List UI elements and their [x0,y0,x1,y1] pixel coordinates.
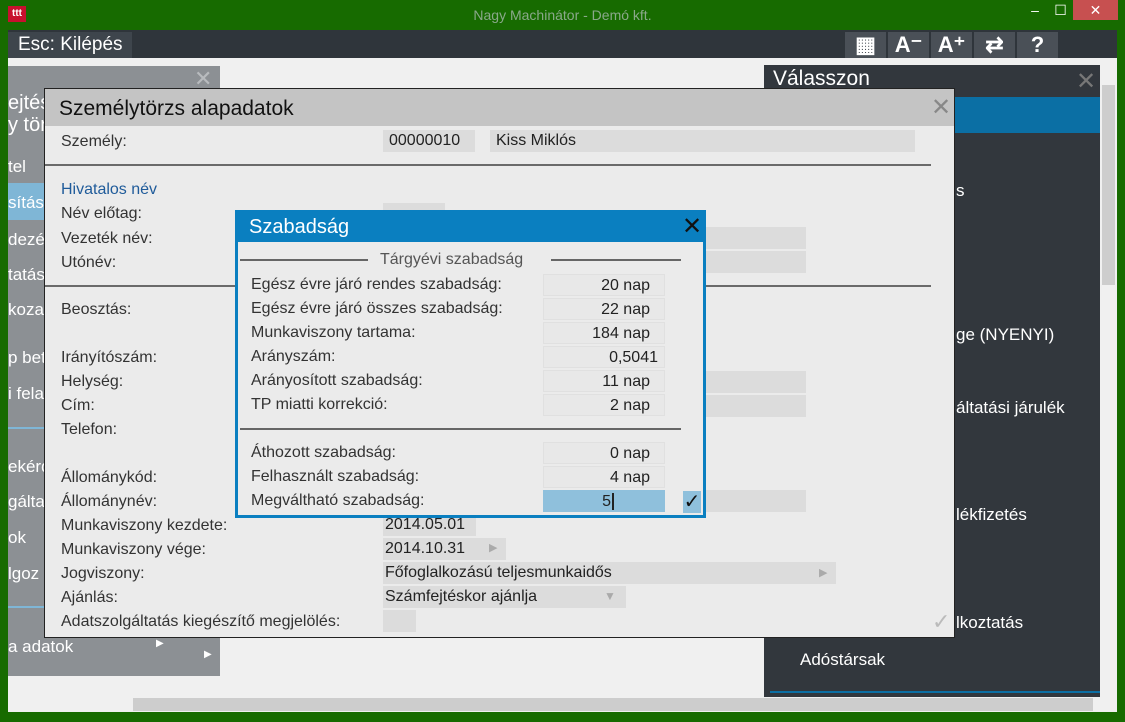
label: Irányítószám: [61,349,158,366]
person-name-field[interactable]: Kiss Miklós [490,130,915,152]
label: Megváltható szabadság: [251,492,425,509]
value-field: 11 nap [543,370,665,392]
label: Beosztás: [61,301,132,318]
label: Felhasznált szabadság: [251,468,420,485]
recommendation-select[interactable]: Számfejtéskor ajánlja [383,586,626,608]
label: Vezeték név: [61,230,153,247]
menu-item[interactable]: a adatok [8,637,73,657]
value-field: 22 nap [543,298,665,320]
chevron-right-icon: ▶ [204,649,212,660]
toolbar: Esc: Kilépés ▦ A⁻ A⁺ ⇄ ? [8,30,1117,58]
value-field: 0 nap [543,442,665,464]
menu-item[interactable]: ok [8,528,26,548]
value-field: 4 nap [543,466,665,488]
menu-item[interactable]: gálta [8,492,45,512]
label: Állománykód: [61,469,158,486]
value-field: 0,5041 [543,346,665,368]
label: Áthozott szabadság: [251,444,396,461]
minimize-button[interactable]: ‒ [1022,0,1048,20]
close-window-button[interactable]: ✕ [1073,0,1118,20]
value-field: 2 nap [543,394,665,416]
label: Munkaviszony kezdete: [61,517,228,534]
label: Állománynév: [61,493,158,510]
list-item[interactable]: lékfizetés [956,505,1027,525]
confirm-check-button[interactable]: ✓ [683,491,701,513]
label: Arányosított szabadság: [251,372,423,389]
label: Adatszolgáltatás kiegészítő megjelölés: [61,613,341,630]
value-field: 20 nap [543,274,665,296]
label: Utónév: [61,254,117,271]
label: Munkaviszony tartama: [251,324,416,341]
divider [770,691,1100,693]
close-icon[interactable]: ✕ [682,212,702,241]
label: Arányszám: [251,348,336,365]
close-icon[interactable]: ✕ [1076,67,1096,96]
label: Egész évre járó összes szabadság: [251,300,503,317]
label: Jogviszony: [61,565,145,582]
escape-exit-button[interactable]: Esc: Kilépés [8,32,132,58]
leave-dialog: Szabadság ✕ Tárgyévi szabadság Egész évr… [235,210,706,518]
horizontal-scrollbar[interactable] [8,697,1117,712]
menu-item[interactable]: dezé [8,230,45,250]
end-date-field[interactable]: 2014.10.31 [383,538,506,560]
legal-relation-field[interactable]: Főfoglalkozású teljesmunkaidős [383,562,836,584]
close-icon[interactable]: ✕ [931,93,951,122]
list-item[interactable]: áltatási járulék [956,398,1065,418]
redeemable-leave-input[interactable]: 5 [543,490,665,512]
list-item[interactable]: ge (NYENYI) [956,325,1054,345]
divider [551,259,681,261]
label: Munkaviszony vége: [61,541,206,558]
divider [45,164,931,166]
divider [240,259,368,261]
dialog-title: Szabadság [238,210,706,242]
list-item[interactable]: Adóstársak [800,650,885,670]
font-increase-icon[interactable]: A⁺ [931,32,972,58]
person-code-field[interactable]: 00000010 [383,130,475,152]
label: Ajánlás: [61,589,118,606]
input-value: 5 [602,493,611,510]
help-icon[interactable]: ? [1017,32,1058,58]
menu-item[interactable]: lgoz [8,564,39,584]
scrollbar-thumb[interactable] [133,698,1093,711]
menu-item[interactable]: y tör [8,114,47,137]
value-field: 184 nap [543,322,665,344]
label: TP miatti korrekció: [251,396,388,413]
section-heading: Tárgyévi szabadság [380,251,524,268]
check-icon[interactable]: ✓ [932,609,950,635]
label: Cím: [61,397,95,414]
text-cursor [612,493,614,510]
vertical-scrollbar[interactable] [1100,65,1117,697]
menu-item[interactable]: tel [8,157,26,177]
label: Telefon: [61,421,118,438]
label: Név előtag: [61,205,142,222]
list-item[interactable]: s [956,181,965,201]
menu-item-selected[interactable]: sítás [8,193,44,213]
maximize-button[interactable]: ☐ [1048,0,1073,20]
chevron-right-icon[interactable]: ▶ [819,566,827,579]
font-decrease-icon[interactable]: A⁻ [888,32,929,58]
person-label: Személy: [61,133,127,150]
menu-item[interactable]: i fela [8,384,44,404]
chevron-right-icon: ▶ [156,638,164,649]
swap-icon[interactable]: ⇄ [974,32,1015,58]
scrollbar-thumb[interactable] [1102,85,1115,285]
label: Egész évre járó rendes szabadság: [251,276,502,293]
dialog-title: Személytörzs alapadatok [45,89,954,126]
chevron-down-icon[interactable]: ▼ [604,589,616,603]
menu-item[interactable]: p bet [8,348,46,368]
menu-item[interactable]: kozat [8,300,49,320]
menu-item[interactable]: tatás [8,265,45,285]
grid-icon[interactable]: ▦ [845,32,886,58]
chevron-right-icon[interactable]: ▶ [489,541,497,554]
supplement-field[interactable] [383,610,416,632]
list-item[interactable]: lkoztatás [956,613,1023,633]
window-title: Nagy Machinátor - Demó kft. [473,7,652,23]
divider [240,428,681,430]
window-titlebar: ttt Nagy Machinátor - Demó kft. ‒ ☐ ✕ [0,0,1125,30]
label: Helység: [61,373,124,390]
section-heading: Hivatalos név [61,181,158,198]
